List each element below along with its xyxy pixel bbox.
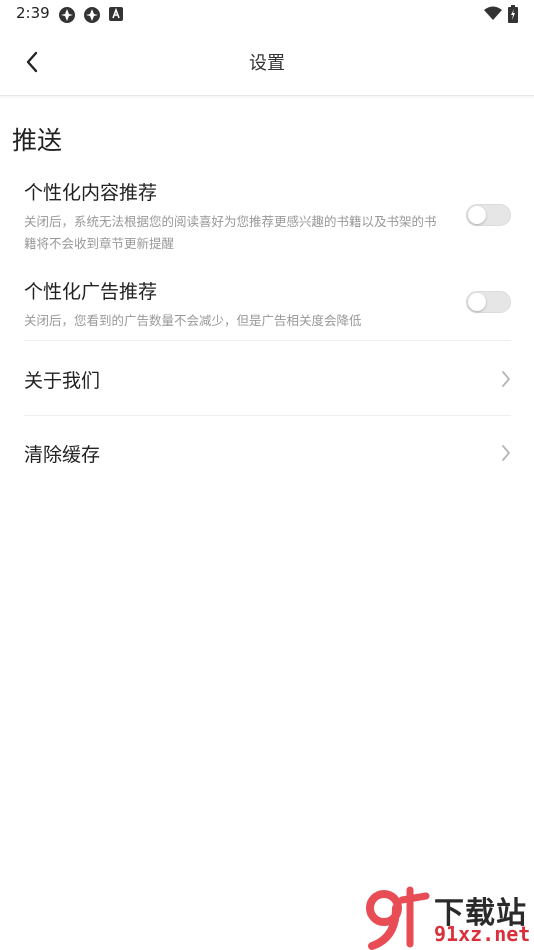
setting-description: 关闭后，您看到的广告数量不会减少，但是广告相关度会降低 <box>24 313 362 328</box>
personalized-content-toggle[interactable] <box>466 204 511 226</box>
setting-title: 个性化内容推荐 <box>24 182 158 204</box>
about-us-label: 关于我们 <box>24 370 101 392</box>
status-time: 2:39 <box>16 4 50 22</box>
watermark-url: 91xz.net <box>434 922 531 946</box>
app-notification-icon <box>84 7 100 23</box>
setting-description: 关闭后，系统无法根据您的阅读喜好为您推荐更感兴趣的书籍以及书架的书籍将不会收到章… <box>24 214 437 251</box>
clear-cache-row[interactable]: 清除缓存 <box>0 416 534 490</box>
divider <box>24 340 511 341</box>
a-box-icon <box>109 7 123 21</box>
page-title: 设置 <box>249 53 285 74</box>
watermark-logo-icon <box>366 886 430 950</box>
wifi-icon <box>484 6 502 20</box>
setting-title: 个性化广告推荐 <box>24 281 158 303</box>
section-title-push: 推送 <box>12 126 63 155</box>
status-bar: 2:39 <box>0 0 534 28</box>
app-notification-icon <box>59 7 75 23</box>
personalized-ads-toggle[interactable] <box>466 291 511 313</box>
battery-icon <box>508 5 518 23</box>
chevron-right-icon <box>502 445 510 461</box>
chevron-right-icon <box>502 371 510 387</box>
watermark: 下载站 91xz.net <box>362 886 534 950</box>
clear-cache-label: 清除缓存 <box>24 444 101 466</box>
about-us-row[interactable]: 关于我们 <box>0 342 534 416</box>
toggle-knob <box>468 293 486 311</box>
app-bar: 设置 <box>0 28 534 96</box>
toggle-knob <box>468 206 486 224</box>
